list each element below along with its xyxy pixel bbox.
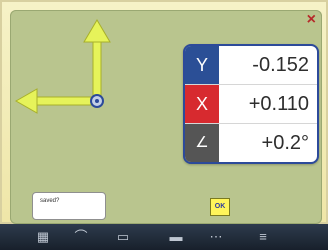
print-icon[interactable]: ▭ <box>112 228 134 246</box>
y-tag: Y <box>185 46 219 84</box>
x-tag: X <box>185 85 219 123</box>
grid-icon[interactable]: ⋯ <box>205 228 227 246</box>
save-status-box[interactable]: saved? <box>32 192 106 220</box>
coordinate-readout: Y -0.152 X +0.110 ∠ +0.2° <box>183 44 319 164</box>
origin-handle[interactable] <box>90 94 104 108</box>
angle-value[interactable]: +0.2° <box>262 124 309 162</box>
curve-icon[interactable]: ⌒ <box>70 228 92 246</box>
document-icon[interactable]: ▦ <box>32 228 54 246</box>
y-axis-arrow[interactable] <box>83 19 111 97</box>
x-value[interactable]: +0.110 <box>249 85 309 123</box>
angle-tag: ∠ <box>185 124 219 162</box>
x-axis-arrow[interactable] <box>14 88 92 114</box>
folder-icon[interactable]: ▬ <box>165 228 187 246</box>
y-value[interactable]: -0.152 <box>252 46 309 84</box>
readout-row-x: X +0.110 <box>185 85 317 124</box>
taskbar: ▦ ⌒ ▭ ▬ ⋯ ≡ <box>0 224 328 250</box>
ok-button[interactable]: OK <box>210 198 230 216</box>
list-icon[interactable]: ≡ <box>252 228 274 246</box>
readout-row-angle: ∠ +0.2° <box>185 124 317 162</box>
readout-row-y: Y -0.152 <box>185 46 317 85</box>
